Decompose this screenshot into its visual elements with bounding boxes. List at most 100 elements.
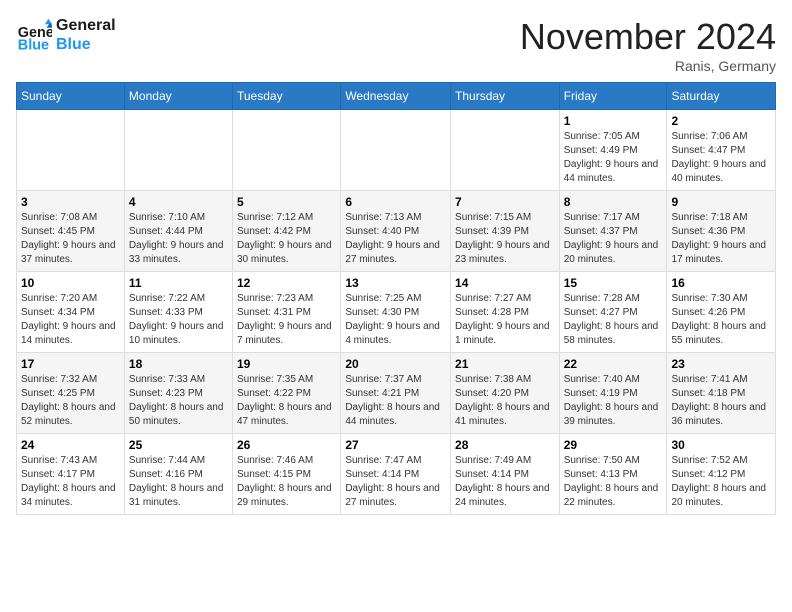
day-number: 8 xyxy=(564,195,663,209)
day-number: 6 xyxy=(345,195,446,209)
calendar-cell: 12 Sunrise: 7:23 AM Sunset: 4:31 PM Dayli… xyxy=(233,272,341,353)
day-info: Sunrise: 7:18 AM Sunset: 4:36 PM Dayligh… xyxy=(671,211,771,267)
calendar-cell: 17 Sunrise: 7:32 AM Sunset: 4:25 PM Dayli… xyxy=(17,353,125,434)
day-number: 17 xyxy=(21,357,120,371)
weekday-header-sunday: Sunday xyxy=(17,83,125,110)
day-info: Sunrise: 7:23 AM Sunset: 4:31 PM Dayligh… xyxy=(237,292,336,348)
day-info: Sunrise: 7:10 AM Sunset: 4:44 PM Dayligh… xyxy=(129,211,228,267)
day-info: Sunrise: 7:37 AM Sunset: 4:21 PM Dayligh… xyxy=(345,373,446,429)
day-info: Sunrise: 7:08 AM Sunset: 4:45 PM Dayligh… xyxy=(21,211,120,267)
calendar-cell: 5Sunrise: 7:12 AM Sunset: 4:42 PM Daylig… xyxy=(233,191,341,272)
day-number: 3 xyxy=(21,195,120,209)
day-info: Sunrise: 7:17 AM Sunset: 4:37 PM Dayligh… xyxy=(564,211,663,267)
weekday-header-thursday: Thursday xyxy=(451,83,560,110)
calendar-cell: 8 Sunrise: 7:17 AM Sunset: 4:37 PM Daylig… xyxy=(559,191,667,272)
day-number: 7 xyxy=(455,195,555,209)
day-info: Sunrise: 7:35 AM Sunset: 4:22 PM Dayligh… xyxy=(237,373,336,429)
day-number: 1 xyxy=(564,114,663,128)
calendar-cell xyxy=(451,110,560,191)
week-row-2: 3 Sunrise: 7:08 AM Sunset: 4:45 PM Daylig… xyxy=(17,191,776,272)
calendar-cell: 9 Sunrise: 7:18 AM Sunset: 4:36 PM Daylig… xyxy=(667,191,776,272)
day-number: 13 xyxy=(345,276,446,290)
logo: General Blue General Blue xyxy=(16,16,116,54)
svg-text:Blue: Blue xyxy=(18,38,49,54)
calendar-cell: 2 Sunrise: 7:06 AM Sunset: 4:47 PM Daylig… xyxy=(667,110,776,191)
day-info: Sunrise: 7:32 AM Sunset: 4:25 PM Dayligh… xyxy=(21,373,120,429)
calendar-cell: 18 Sunrise: 7:33 AM Sunset: 4:23 PM Dayli… xyxy=(124,353,232,434)
calendar-cell: 29 Sunrise: 7:50 AM Sunset: 4:13 PM Dayli… xyxy=(559,434,667,515)
day-info: Sunrise: 7:05 AM Sunset: 4:49 PM Dayligh… xyxy=(564,130,663,186)
day-number: 19 xyxy=(237,357,336,371)
day-number: 4 xyxy=(129,195,228,209)
day-info: Sunrise: 7:50 AM Sunset: 4:13 PM Dayligh… xyxy=(564,454,663,510)
logo-blue: Blue xyxy=(56,35,116,54)
calendar-cell: 28Sunrise: 7:49 AM Sunset: 4:14 PM Dayli… xyxy=(451,434,560,515)
day-info: Sunrise: 7:25 AM Sunset: 4:30 PM Dayligh… xyxy=(345,292,446,348)
day-number: 15 xyxy=(564,276,663,290)
month-title: November 2024 xyxy=(520,16,776,58)
calendar-cell: 23Sunrise: 7:41 AM Sunset: 4:18 PM Dayli… xyxy=(667,353,776,434)
calendar-cell: 13 Sunrise: 7:25 AM Sunset: 4:30 PM Dayli… xyxy=(341,272,451,353)
day-info: Sunrise: 7:30 AM Sunset: 4:26 PM Dayligh… xyxy=(671,292,771,348)
day-info: Sunrise: 7:43 AM Sunset: 4:17 PM Dayligh… xyxy=(21,454,120,510)
day-number: 5 xyxy=(237,195,336,209)
day-info: Sunrise: 7:47 AM Sunset: 4:14 PM Dayligh… xyxy=(345,454,446,510)
day-info: Sunrise: 7:22 AM Sunset: 4:33 PM Dayligh… xyxy=(129,292,228,348)
calendar-cell: 20 Sunrise: 7:37 AM Sunset: 4:21 PM Dayli… xyxy=(341,353,451,434)
calendar-cell: 25Sunrise: 7:44 AM Sunset: 4:16 PM Dayli… xyxy=(124,434,232,515)
day-number: 9 xyxy=(671,195,771,209)
day-info: Sunrise: 7:40 AM Sunset: 4:19 PM Dayligh… xyxy=(564,373,663,429)
weekday-header-monday: Monday xyxy=(124,83,232,110)
weekday-header-tuesday: Tuesday xyxy=(233,83,341,110)
day-number: 18 xyxy=(129,357,228,371)
calendar-cell: 16Sunrise: 7:30 AM Sunset: 4:26 PM Dayli… xyxy=(667,272,776,353)
day-number: 26 xyxy=(237,438,336,452)
day-number: 29 xyxy=(564,438,663,452)
day-number: 10 xyxy=(21,276,120,290)
calendar-cell: 30Sunrise: 7:52 AM Sunset: 4:12 PM Dayli… xyxy=(667,434,776,515)
title-block: November 2024 Ranis, Germany xyxy=(520,16,776,74)
week-row-4: 17 Sunrise: 7:32 AM Sunset: 4:25 PM Dayli… xyxy=(17,353,776,434)
day-number: 21 xyxy=(455,357,555,371)
day-number: 14 xyxy=(455,276,555,290)
day-number: 24 xyxy=(21,438,120,452)
day-info: Sunrise: 7:33 AM Sunset: 4:23 PM Dayligh… xyxy=(129,373,228,429)
calendar-cell: 7 Sunrise: 7:15 AM Sunset: 4:39 PM Daylig… xyxy=(451,191,560,272)
weekday-header-saturday: Saturday xyxy=(667,83,776,110)
calendar-cell: 19 Sunrise: 7:35 AM Sunset: 4:22 PM Dayli… xyxy=(233,353,341,434)
calendar-cell: 15Sunrise: 7:28 AM Sunset: 4:27 PM Dayli… xyxy=(559,272,667,353)
day-number: 30 xyxy=(671,438,771,452)
day-info: Sunrise: 7:13 AM Sunset: 4:40 PM Dayligh… xyxy=(345,211,446,267)
day-info: Sunrise: 7:41 AM Sunset: 4:18 PM Dayligh… xyxy=(671,373,771,429)
calendar-cell: 27 Sunrise: 7:47 AM Sunset: 4:14 PM Dayli… xyxy=(341,434,451,515)
day-info: Sunrise: 7:15 AM Sunset: 4:39 PM Dayligh… xyxy=(455,211,555,267)
calendar-cell xyxy=(124,110,232,191)
calendar-cell: 21 Sunrise: 7:38 AM Sunset: 4:20 PM Dayli… xyxy=(451,353,560,434)
day-number: 12 xyxy=(237,276,336,290)
day-info: Sunrise: 7:06 AM Sunset: 4:47 PM Dayligh… xyxy=(671,130,771,186)
weekday-header-row: SundayMondayTuesdayWednesdayThursdayFrid… xyxy=(17,83,776,110)
calendar-cell: 1 Sunrise: 7:05 AM Sunset: 4:49 PM Daylig… xyxy=(559,110,667,191)
day-number: 2 xyxy=(671,114,771,128)
calendar-cell: 26 Sunrise: 7:46 AM Sunset: 4:15 PM Dayli… xyxy=(233,434,341,515)
calendar-cell xyxy=(341,110,451,191)
day-number: 27 xyxy=(345,438,446,452)
week-row-1: 1 Sunrise: 7:05 AM Sunset: 4:49 PM Daylig… xyxy=(17,110,776,191)
calendar-table: SundayMondayTuesdayWednesdayThursdayFrid… xyxy=(16,82,776,515)
day-info: Sunrise: 7:46 AM Sunset: 4:15 PM Dayligh… xyxy=(237,454,336,510)
weekday-header-friday: Friday xyxy=(559,83,667,110)
logo-icon: General Blue xyxy=(16,17,52,53)
calendar-cell: 6 Sunrise: 7:13 AM Sunset: 4:40 PM Daylig… xyxy=(341,191,451,272)
day-info: Sunrise: 7:27 AM Sunset: 4:28 PM Dayligh… xyxy=(455,292,555,348)
week-row-3: 10Sunrise: 7:20 AM Sunset: 4:34 PM Dayli… xyxy=(17,272,776,353)
day-info: Sunrise: 7:49 AM Sunset: 4:14 PM Dayligh… xyxy=(455,454,555,510)
calendar-cell: 14 Sunrise: 7:27 AM Sunset: 4:28 PM Dayli… xyxy=(451,272,560,353)
calendar-cell: 4 Sunrise: 7:10 AM Sunset: 4:44 PM Daylig… xyxy=(124,191,232,272)
day-number: 22 xyxy=(564,357,663,371)
day-number: 11 xyxy=(129,276,228,290)
calendar-cell xyxy=(233,110,341,191)
day-number: 20 xyxy=(345,357,446,371)
day-info: Sunrise: 7:44 AM Sunset: 4:16 PM Dayligh… xyxy=(129,454,228,510)
day-info: Sunrise: 7:38 AM Sunset: 4:20 PM Dayligh… xyxy=(455,373,555,429)
calendar-cell: 11 Sunrise: 7:22 AM Sunset: 4:33 PM Dayli… xyxy=(124,272,232,353)
